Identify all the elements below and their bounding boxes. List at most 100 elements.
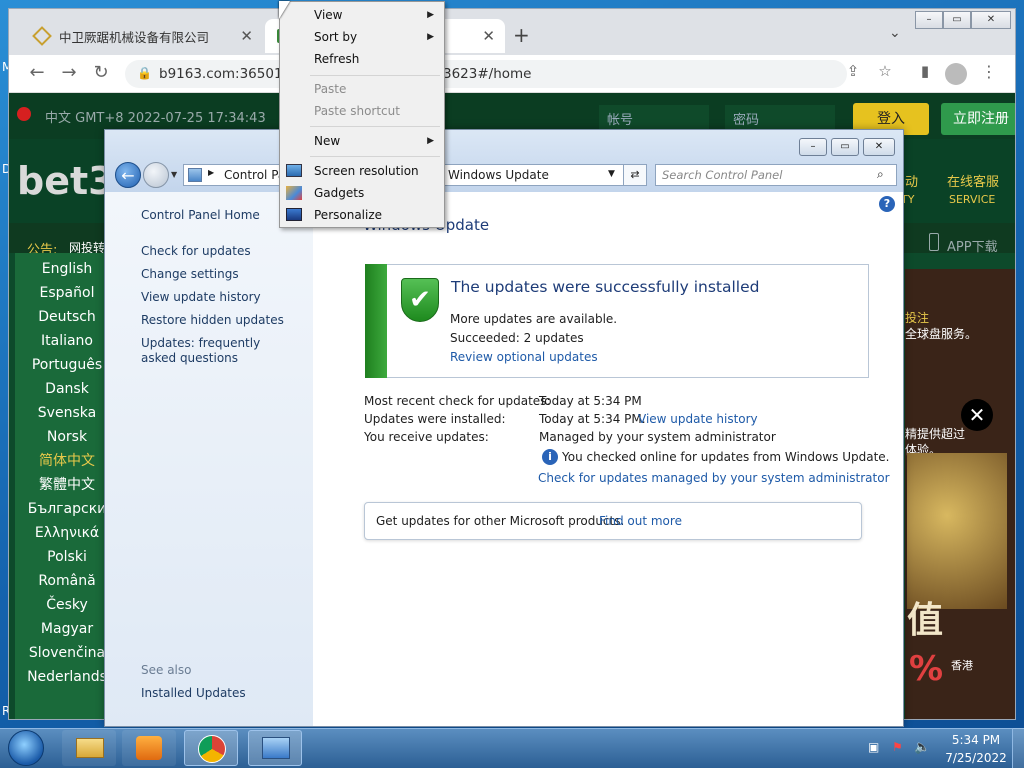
language-item[interactable]: Magyar [22,617,112,641]
app-download-link[interactable]: APP下载 [947,236,998,255]
folder-icon [76,738,104,758]
maximize-button[interactable]: ▭ [943,11,971,29]
menu-item-new[interactable]: New ▶ [280,130,444,152]
language-item[interactable]: Norsk [22,425,112,449]
language-item[interactable]: English [22,257,112,281]
chrome-taskbar-icon[interactable] [184,730,238,766]
promo-image [907,453,1007,609]
volume-icon[interactable]: 🔈 [914,740,930,755]
menu-kebab-icon[interactable]: ⋮ [977,62,1001,81]
view-update-history-link[interactable]: View update history [141,290,261,304]
control-panel-home-link[interactable]: Control Panel Home [141,208,260,222]
tab-search-icon[interactable]: ⌄ [889,25,901,41]
recent-pages-icon[interactable]: ▼ [171,170,177,179]
close-tab-icon[interactable]: ✕ [240,27,253,45]
china-flag-icon[interactable] [17,107,31,121]
control-panel-icon [262,737,290,759]
control-panel-taskbar-icon[interactable] [248,730,302,766]
language-item[interactable]: Română [22,569,112,593]
network-icon[interactable]: ▣ [868,740,879,754]
minimize-button[interactable]: – [915,11,943,29]
maximize-button[interactable]: ▭ [831,138,859,156]
close-button[interactable]: ✕ [863,138,895,156]
language-item[interactable]: Português [22,353,112,377]
password-input[interactable]: 密码 [725,105,835,131]
close-button[interactable]: ✕ [971,11,1011,29]
language-item[interactable]: Dansk [22,377,112,401]
language-item[interactable]: Deutsch [22,305,112,329]
language-item[interactable]: 简体中文 [22,449,112,473]
share-icon[interactable]: ⇪ [841,62,865,80]
online-check-note: You checked online for updates from Wind… [562,450,890,464]
breadcrumb-item[interactable]: Windows Update [448,168,549,182]
language-item[interactable]: Italiano [22,329,112,353]
reload-button[interactable]: ↻ [89,62,113,83]
site-logo[interactable]: bet3 [17,159,115,203]
file-explorer-icon[interactable] [62,730,116,766]
browser-tab[interactable]: 中卫厥踞机械设备有限公司 ✕ [23,19,265,53]
mouse-cursor [279,1,290,19]
review-optional-updates-link[interactable]: Review optional updates [450,350,598,364]
breadcrumb-item[interactable]: Control Pa [224,168,285,182]
menu-item-refresh[interactable]: Refresh [280,48,444,70]
customer-service-link[interactable]: 在线客服 [947,171,999,190]
media-player-icon[interactable] [122,730,176,766]
promo-value: 值 [907,600,944,641]
back-button[interactable]: ← [25,62,49,83]
promo-tag: 香港 [951,659,973,672]
help-icon[interactable]: ? [879,196,895,212]
language-item[interactable]: Česky [22,593,112,617]
action-center-icon[interactable]: ⚑ [892,740,903,754]
installed-updates-link[interactable]: Installed Updates [141,686,246,700]
refresh-icon[interactable]: ⇄ [623,164,647,186]
language-item[interactable]: Español [22,281,112,305]
language-item[interactable]: 繁體中文 [22,473,112,497]
see-also-heading: See also [141,663,192,677]
change-settings-link[interactable]: Change settings [141,267,239,281]
submenu-arrow-icon: ▶ [427,32,434,42]
new-tab-button[interactable]: + [513,23,530,47]
address-bar[interactable]: 🔒 b9163.com:36501/? 3623#/home [125,60,847,88]
language-time[interactable]: 中文 GMT+8 2022-07-25 17:34:43 [45,107,266,126]
side-panel-icon[interactable]: ▮ [913,62,937,80]
clock-date[interactable]: 7/25/2022 [942,751,1010,765]
register-button[interactable]: 立即注册 [941,103,1015,135]
clock-time[interactable]: 5:34 PM [948,733,1004,747]
admin-check-link[interactable]: Check for updates managed by your system… [538,471,890,485]
forward-button[interactable]: → [57,62,81,83]
start-button[interactable] [8,730,44,766]
language-item[interactable]: Български [22,497,112,521]
restore-hidden-updates-link[interactable]: Restore hidden updates [141,313,284,327]
menu-item-personalize[interactable]: Personalize [280,204,444,226]
show-desktop-button[interactable] [1012,728,1024,768]
language-item[interactable]: Slovenčina [22,641,112,665]
nav-item[interactable]: 动 [905,171,918,190]
tab-title: 中卫厥踞机械设备有限公司 [59,29,210,45]
menu-item-gadgets[interactable]: Gadgets [280,182,444,204]
menu-separator [310,75,440,76]
minimize-button[interactable]: – [799,138,827,156]
close-ad-button[interactable]: ✕ [961,399,993,431]
forward-arrow-icon[interactable] [143,162,169,188]
find-out-more-link[interactable]: Find out more [599,514,682,528]
language-item[interactable]: Nederlands [22,665,112,689]
breadcrumb-separator: ▶ [208,168,215,177]
check-for-updates-link[interactable]: Check for updates [141,244,251,258]
menu-item-label: Personalize [314,208,383,222]
menu-item-screen-resolution[interactable]: Screen resolution [280,160,444,182]
language-item[interactable]: Polski [22,545,112,569]
profile-avatar[interactable] [945,63,967,85]
back-arrow-icon[interactable]: ← [115,162,141,188]
menu-item-label: Paste [314,82,347,96]
bookmark-star-icon[interactable]: ☆ [873,62,897,80]
language-item[interactable]: Svenska [22,401,112,425]
account-input[interactable]: 帐号 [599,105,709,131]
faq-link[interactable]: Updates: frequently asked questions [141,336,291,366]
menu-item-sort-by[interactable]: Sort by ▶ [280,26,444,48]
close-tab-icon[interactable]: ✕ [482,27,495,45]
search-input[interactable]: Search Control Panel [655,164,897,186]
breadcrumb-dropdown-icon[interactable]: ▼ [608,169,615,179]
view-update-history-link[interactable]: View update history [638,412,758,426]
menu-item-view[interactable]: View ▶ [280,4,444,26]
language-item[interactable]: Ελληνικά [22,521,112,545]
